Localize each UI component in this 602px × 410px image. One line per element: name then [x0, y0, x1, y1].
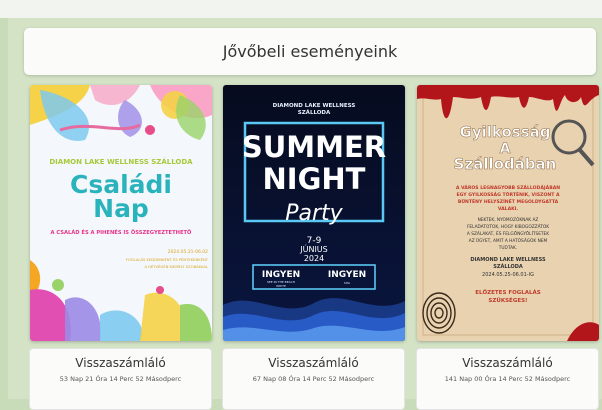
- murder-text-5: NEKTEK, NYOMOZÓKNAK AZ: [478, 216, 539, 223]
- countdown-timer: 141 Nap 00 Óra 14 Perc 52 Másodperc: [444, 375, 571, 383]
- countdown-timer: 53 Nap 21 Óra 14 Perc 52 Másodperc: [59, 375, 182, 383]
- family-hotel-text: DIAMON LAKE WELLNESS SZÁLLODA: [49, 157, 193, 166]
- summer-party-script: Party: [285, 201, 343, 226]
- summer-free-left-note-2: WHITE: [276, 284, 286, 288]
- family-date: 2024.05.31-06.02: [168, 249, 208, 255]
- murder-text-8: AZ ÜGYET, AMIT A HATÓSÁGOK NEM: [469, 237, 548, 244]
- murder-title-1: Gyilkosság: [460, 123, 551, 141]
- countdown-card: Visszaszámláló 141 Nap 00 Óra 14 Perc 52…: [416, 348, 599, 410]
- summer-night-artwork: DIAMOND LAKE WELLNESS SZÁLLODA SUMMER NI…: [223, 85, 405, 341]
- top-strip: [0, 0, 602, 18]
- family-day-artwork: DIAMON LAKE WELLNESS SZÁLLODA Családi Na…: [30, 85, 212, 341]
- murder-booking-1: ELŐZETES FOGLALÁS: [475, 289, 541, 296]
- summer-free-right: INGYEN: [328, 270, 366, 280]
- summer-hotel-1: DIAMOND LAKE WELLNESS: [273, 103, 356, 109]
- event-poster-murder-mystery[interactable]: Gyilkosság A Szállodában A VÁROS LEGNAGY…: [417, 85, 599, 341]
- murder-text-6: FELADATOTOK, HOGY KIBOGOZZÁTOK: [467, 223, 549, 230]
- murder-mystery-artwork: Gyilkosság A Szállodában A VÁROS LEGNAGY…: [417, 85, 599, 341]
- murder-text-9: TUDTAK.: [498, 245, 518, 251]
- countdown-label: Visszaszámláló: [75, 356, 166, 370]
- summer-hotel-2: SZÁLLODA: [298, 109, 331, 116]
- event-poster-summer-night[interactable]: DIAMOND LAKE WELLNESS SZÁLLODA SUMMER NI…: [223, 85, 405, 341]
- section-header: Jővőbeli eseményeink: [24, 28, 596, 75]
- family-info-1: FOGLALÁS KEDDENKÉNT ÉS PÉNTEKENKÉNT: [126, 257, 209, 262]
- event-poster-family-day[interactable]: DIAMON LAKE WELLNESS SZÁLLODA Családi Na…: [30, 85, 212, 341]
- murder-title-3: Szállodában: [454, 155, 557, 173]
- murder-hotel-1: DIAMOND LAKE WELLNESS: [470, 257, 546, 263]
- countdown-card: Visszaszámláló 53 Nap 21 Óra 14 Perc 52 …: [29, 348, 212, 410]
- summer-month: JÚNIUS: [299, 243, 328, 254]
- murder-booking-2: SZÜKSÉGES!: [488, 296, 527, 304]
- family-title-2: Nap: [93, 194, 149, 223]
- summer-free-left: INGYEN: [262, 270, 300, 280]
- countdown-timer: 67 Nap 08 Óra 14 Perc 52 Másodperc: [252, 375, 375, 383]
- countdown-card: Visszaszámláló 67 Nap 08 Óra 14 Perc 52 …: [222, 348, 405, 410]
- countdown-label: Visszaszámláló: [462, 356, 553, 370]
- murder-text-4: VALAKI.: [498, 206, 519, 212]
- murder-date: 2024.05.25-06.01-IG: [482, 272, 534, 278]
- family-subtitle: A CSALÁD ÉS A PIHENÉS IS ÖSSZEGYEZTETHET…: [51, 228, 193, 236]
- summer-title-1: SUMMER: [242, 130, 386, 164]
- murder-text-1: A VÁROS LEGNAGYOBB SZÁLLODÁJÁBAN: [456, 184, 560, 191]
- murder-hotel-2: SZÁLLODA: [493, 263, 523, 270]
- family-info-2: A HÉTVÉGÉN KIEMELT SZOBÁKKAL: [144, 264, 208, 269]
- summer-year: 2024: [304, 254, 324, 263]
- countdown-label: Visszaszámláló: [268, 356, 359, 370]
- summer-free-right-note: SHA: [344, 281, 351, 285]
- page-title: Jővőbeli eseményeink: [222, 42, 398, 61]
- summer-title-2: NIGHT: [263, 162, 366, 196]
